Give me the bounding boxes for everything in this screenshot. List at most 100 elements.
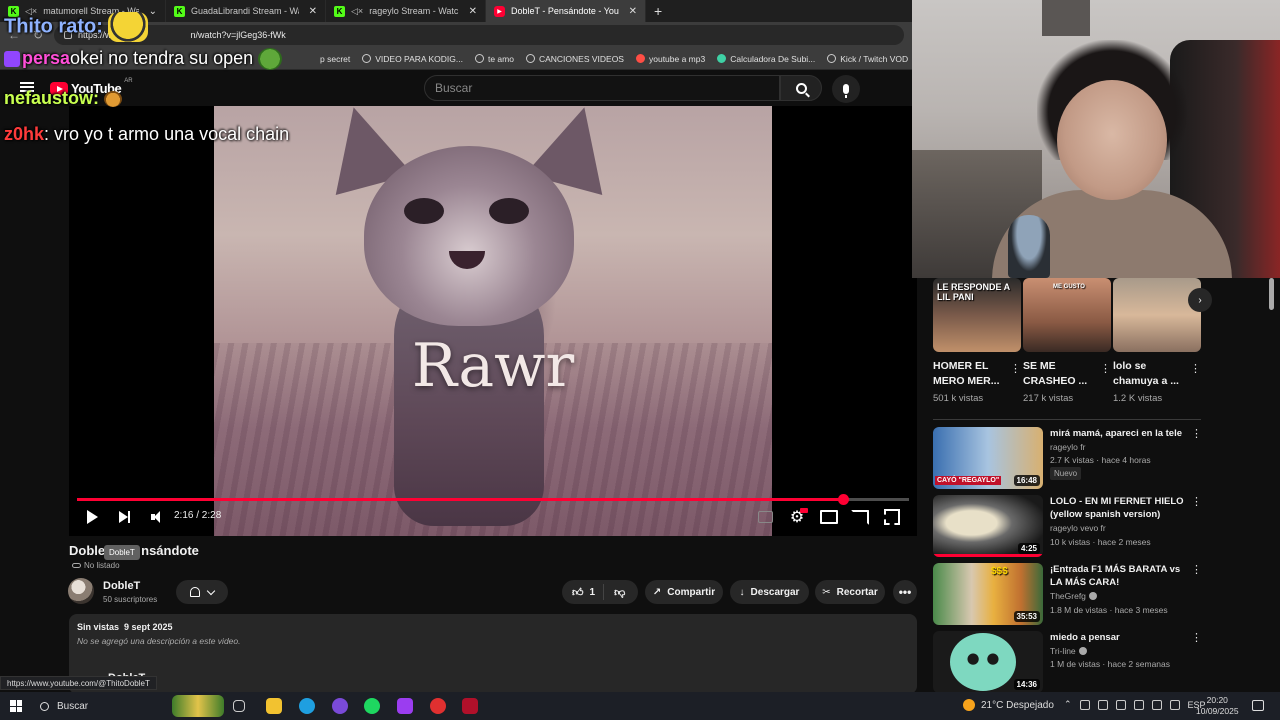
speaker-icon[interactable] [1169, 699, 1180, 710]
page-scrollbar[interactable] [1268, 278, 1276, 690]
avatar[interactable] [68, 578, 94, 604]
bookmark-item[interactable]: Calculadora De Subi... [717, 54, 815, 64]
canva-icon[interactable] [397, 698, 413, 714]
short-thumbnail[interactable]: ME GUSTO [1023, 278, 1111, 352]
description-box[interactable]: Sin vistas 9 sept 2025 No se agregó una d… [69, 614, 917, 694]
recommendation-title[interactable]: mirá mamá, apareci en la tele [1050, 427, 1190, 440]
spotify-icon[interactable] [364, 698, 380, 714]
more-actions-button[interactable]: ••• [893, 580, 917, 604]
search-input[interactable]: Buscar [424, 75, 780, 101]
tray-icon[interactable] [1079, 699, 1090, 710]
close-icon[interactable]: ✕ [309, 6, 317, 17]
short-title[interactable]: SE ME CRASHEO ... [1023, 359, 1111, 389]
recommendation-channel[interactable]: rageylo vevo fr [1050, 523, 1106, 533]
volume-icon[interactable] [147, 508, 163, 526]
channel-name[interactable]: DobleT [103, 580, 140, 592]
more-icon: ••• [898, 585, 912, 599]
bookmark-item[interactable]: CANCIONES VIDEOS [525, 54, 624, 64]
close-icon[interactable]: ✕ [469, 6, 477, 17]
like-count: 1 [589, 586, 596, 598]
bookmark-item[interactable]: youtube a mp3 [635, 54, 705, 64]
clip-button[interactable]: ✂ Recortar [815, 580, 885, 604]
chat-username: Thito rato: [4, 15, 103, 38]
short-thumbnail[interactable] [1113, 278, 1201, 352]
more-icon[interactable]: ⋮ [1191, 427, 1202, 440]
voice-search-button[interactable] [832, 75, 860, 103]
recommendation-channel[interactable]: Tri-line [1050, 646, 1087, 656]
video-thumbnail[interactable]: CAYÓ "REGAYLO" 16:48 [933, 427, 1043, 489]
short-thumbnail[interactable]: LE RESPONDE A LIL PANI [933, 278, 1021, 352]
tab-youtube-doblet[interactable]: ▶ DobleT - Pensándote - YouTube ✕ [486, 0, 646, 22]
next-icon[interactable] [117, 508, 131, 526]
recommendation-channel[interactable]: rageylo fr [1050, 442, 1085, 452]
short-title[interactable]: HOMER EL MERO MER... [933, 359, 1021, 389]
bookmark-item[interactable]: p secret [320, 54, 350, 64]
app-icon[interactable] [430, 698, 446, 714]
notifications-button[interactable] [176, 580, 228, 604]
close-icon[interactable]: ⌄ [149, 6, 157, 17]
video-thumbnail[interactable]: 4:25 [933, 495, 1043, 557]
recommendation-title[interactable]: LOLO - EN MI FERNET HIELO (yellow spanis… [1050, 495, 1190, 521]
new-tab-button[interactable]: + [646, 3, 670, 19]
globe-icon [474, 54, 484, 63]
close-icon[interactable]: ✕ [629, 6, 637, 17]
video-editor-icon[interactable] [462, 698, 478, 714]
chevron-right-icon[interactable]: › [1188, 288, 1212, 312]
theater-mode-icon[interactable] [820, 508, 838, 526]
scissors-icon: ✂ [822, 586, 831, 598]
video-thumbnail[interactable]: 14:36 [933, 631, 1043, 693]
more-icon[interactable]: ⋮ [1100, 362, 1111, 375]
tray-icon[interactable] [1115, 699, 1126, 710]
dislike-button[interactable]: 👎︎ [604, 586, 635, 599]
search-button[interactable] [780, 75, 822, 101]
scrollbar-thumb[interactable] [1269, 278, 1274, 310]
recommendation-item[interactable]: 14:36 miedo a pensar Tri-line 1 M de vis… [933, 631, 1202, 693]
short-title[interactable]: lolo se chamuya a ... [1113, 359, 1201, 389]
notifications-icon[interactable] [1252, 700, 1264, 711]
bookmark-item[interactable]: Kick / Twitch VOD [827, 54, 908, 64]
like-button[interactable]: 👍︎ 1 [562, 584, 605, 600]
tray-icon[interactable] [1097, 699, 1108, 710]
file-explorer-icon[interactable] [266, 698, 282, 714]
microphone-tray-icon[interactable] [1133, 699, 1144, 710]
recommendation-title[interactable]: ¡Entrada F1 MÁS BARATA vs LA MÁS CARA! [1050, 563, 1190, 589]
tab-guadalibrandi[interactable]: K GuadaLibrandi Stream - Watch Li ✕ [166, 0, 326, 22]
address-bar[interactable]: https://www n/watch?v=jlGeg36-fWk [54, 25, 904, 45]
chat-message: nefaustow: [4, 88, 123, 109]
recommendation-channel[interactable]: TheGrefg [1050, 591, 1097, 601]
tab-title: GuadaLibrandi Stream - Watch Li [191, 6, 299, 16]
share-button[interactable]: ↗ Compartir [645, 580, 723, 604]
chevron-up-icon[interactable]: ⌃ [1064, 699, 1072, 710]
more-icon[interactable]: ⋮ [1191, 563, 1202, 576]
weather-widget[interactable]: 21°C Despejado [963, 699, 1054, 711]
download-button[interactable]: ↓ Descargar [730, 580, 809, 604]
recommendation-item[interactable]: $$$ 35:53 ¡Entrada F1 MÁS BARATA vs LA M… [933, 563, 1202, 625]
task-view-icon[interactable] [233, 700, 245, 712]
subtitles-icon[interactable] [758, 508, 773, 526]
recommendation-item[interactable]: 4:25 LOLO - EN MI FERNET HIELO (yellow s… [933, 495, 1202, 557]
video-thumbnail[interactable]: $$$ 35:53 [933, 563, 1043, 625]
recommendation-title[interactable]: miedo a pensar [1050, 631, 1190, 644]
muted-speaker-icon[interactable]: ◁× [351, 6, 363, 17]
short-item[interactable]: LE RESPONDE A LIL PANI HOMER EL MERO MER… [933, 278, 1021, 404]
more-icon[interactable]: ⋮ [1191, 495, 1202, 508]
windows-start-icon[interactable] [10, 700, 22, 712]
edge-icon[interactable] [299, 698, 315, 714]
more-icon[interactable]: ⋮ [1190, 362, 1201, 375]
recommendation-item[interactable]: CAYÓ "REGAYLO" 16:48 mirá mamá, apareci … [933, 427, 1202, 489]
fullscreen-icon[interactable] [884, 508, 900, 526]
video-player[interactable]: Rawr 2:16 / 2:28 ⚙ [69, 106, 917, 536]
taskbar-search[interactable]: Buscar [40, 695, 224, 717]
more-icon[interactable]: ⋮ [1191, 631, 1202, 644]
wifi-icon[interactable] [1151, 699, 1162, 710]
play-icon[interactable] [85, 508, 99, 526]
cast-icon[interactable] [851, 508, 869, 526]
short-item[interactable]: ME GUSTO SE ME CRASHEO ... 217 k vistas … [1023, 278, 1111, 404]
messenger-icon[interactable] [332, 698, 348, 714]
bookmark-item[interactable]: te amo [474, 54, 514, 64]
tab-rageylo[interactable]: K ◁× rageylo Stream - Watch Live ✕ [326, 0, 486, 22]
more-icon[interactable]: ⋮ [1010, 362, 1021, 375]
progress-bar[interactable] [77, 494, 909, 505]
bookmark-item[interactable]: VIDEO PARA KODIG... [362, 54, 463, 64]
taskbar-clock[interactable]: 20:20 10/09/2025 [1196, 695, 1239, 717]
